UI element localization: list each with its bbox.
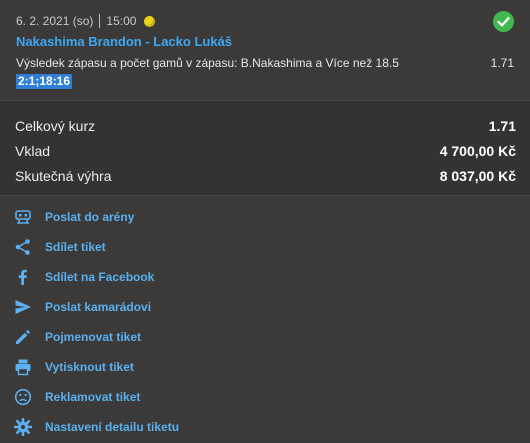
rename-ticket-button[interactable]: Pojmenovat tiket	[14, 326, 141, 348]
share-facebook-label: Sdílet na Facebook	[45, 270, 155, 284]
ticket-summary: Celkový kurz 1.71 Vklad 4 700,00 Kč Skut…	[0, 100, 530, 196]
match-title[interactable]: Nakashima Brandon - Lacko Lukáš	[16, 34, 232, 49]
gear-icon	[14, 418, 32, 436]
send-to-friend-label: Poslat kamarádovi	[45, 300, 152, 314]
bet-label: Výsledek zápasu a počet gamů v zápasu: B…	[16, 56, 399, 70]
score-badge: 2:1;18:16	[16, 74, 73, 89]
total-odds-value: 1.71	[488, 118, 516, 134]
ticket-item: 6. 2. 2021 (so) 15:00 Nakashima Brandon …	[0, 0, 530, 99]
send-to-friend-button[interactable]: Poslat kamarádovi	[14, 296, 151, 318]
share-ticket-label: Sdílet tiket	[45, 240, 106, 254]
send-to-arena-label: Poslat do arény	[45, 210, 135, 224]
send-icon	[15, 300, 31, 314]
ticket-date: 6. 2. 2021 (so)	[16, 14, 94, 28]
print-icon	[15, 359, 31, 376]
share-facebook-button[interactable]: Sdílet na Facebook	[14, 266, 154, 288]
pencil-icon	[16, 329, 31, 344]
actual-win-value: 8 037,00 Kč	[439, 168, 516, 184]
date-divider	[99, 14, 101, 28]
ticket-detail-settings-button[interactable]: Nastavení detailu tiketu	[14, 416, 179, 438]
ticket-actions: Poslat do arény Sdílet tiket Sdílet na F…	[0, 196, 530, 443]
sad-face-icon	[14, 388, 32, 406]
complain-ticket-label: Reklamovat tiket	[45, 390, 141, 404]
summary-row-stake: Vklad 4 700,00 Kč	[15, 143, 516, 159]
print-ticket-label: Vytisknout tiket	[45, 360, 134, 374]
stake-value: 4 700,00 Kč	[439, 143, 516, 159]
print-ticket-button[interactable]: Vytisknout tiket	[14, 356, 134, 378]
summary-row-total-odds: Celkový kurz 1.71	[15, 118, 516, 134]
summary-row-actual-win: Skutečná výhra 8 037,00 Kč	[15, 168, 516, 184]
share-icon	[15, 239, 30, 255]
bet-odd: 1.71	[490, 56, 514, 70]
stake-label: Vklad	[15, 143, 51, 159]
share-ticket-button[interactable]: Sdílet tiket	[14, 236, 106, 258]
arena-icon	[15, 210, 31, 224]
complain-ticket-button[interactable]: Reklamovat tiket	[14, 386, 140, 408]
ticket-time: 15:00	[106, 14, 137, 28]
rename-ticket-label: Pojmenovat tiket	[45, 330, 142, 344]
total-odds-label: Celkový kurz	[15, 118, 96, 134]
tennis-ball-icon	[144, 15, 156, 27]
ticket-detail-settings-label: Nastavení detailu tiketu	[45, 420, 180, 434]
won-check-icon	[493, 11, 514, 32]
send-to-arena-button[interactable]: Poslat do arény	[14, 206, 134, 228]
facebook-icon	[18, 269, 27, 285]
actual-win-label: Skutečná výhra	[15, 168, 112, 184]
date-row: 6. 2. 2021 (so) 15:00	[16, 14, 156, 28]
